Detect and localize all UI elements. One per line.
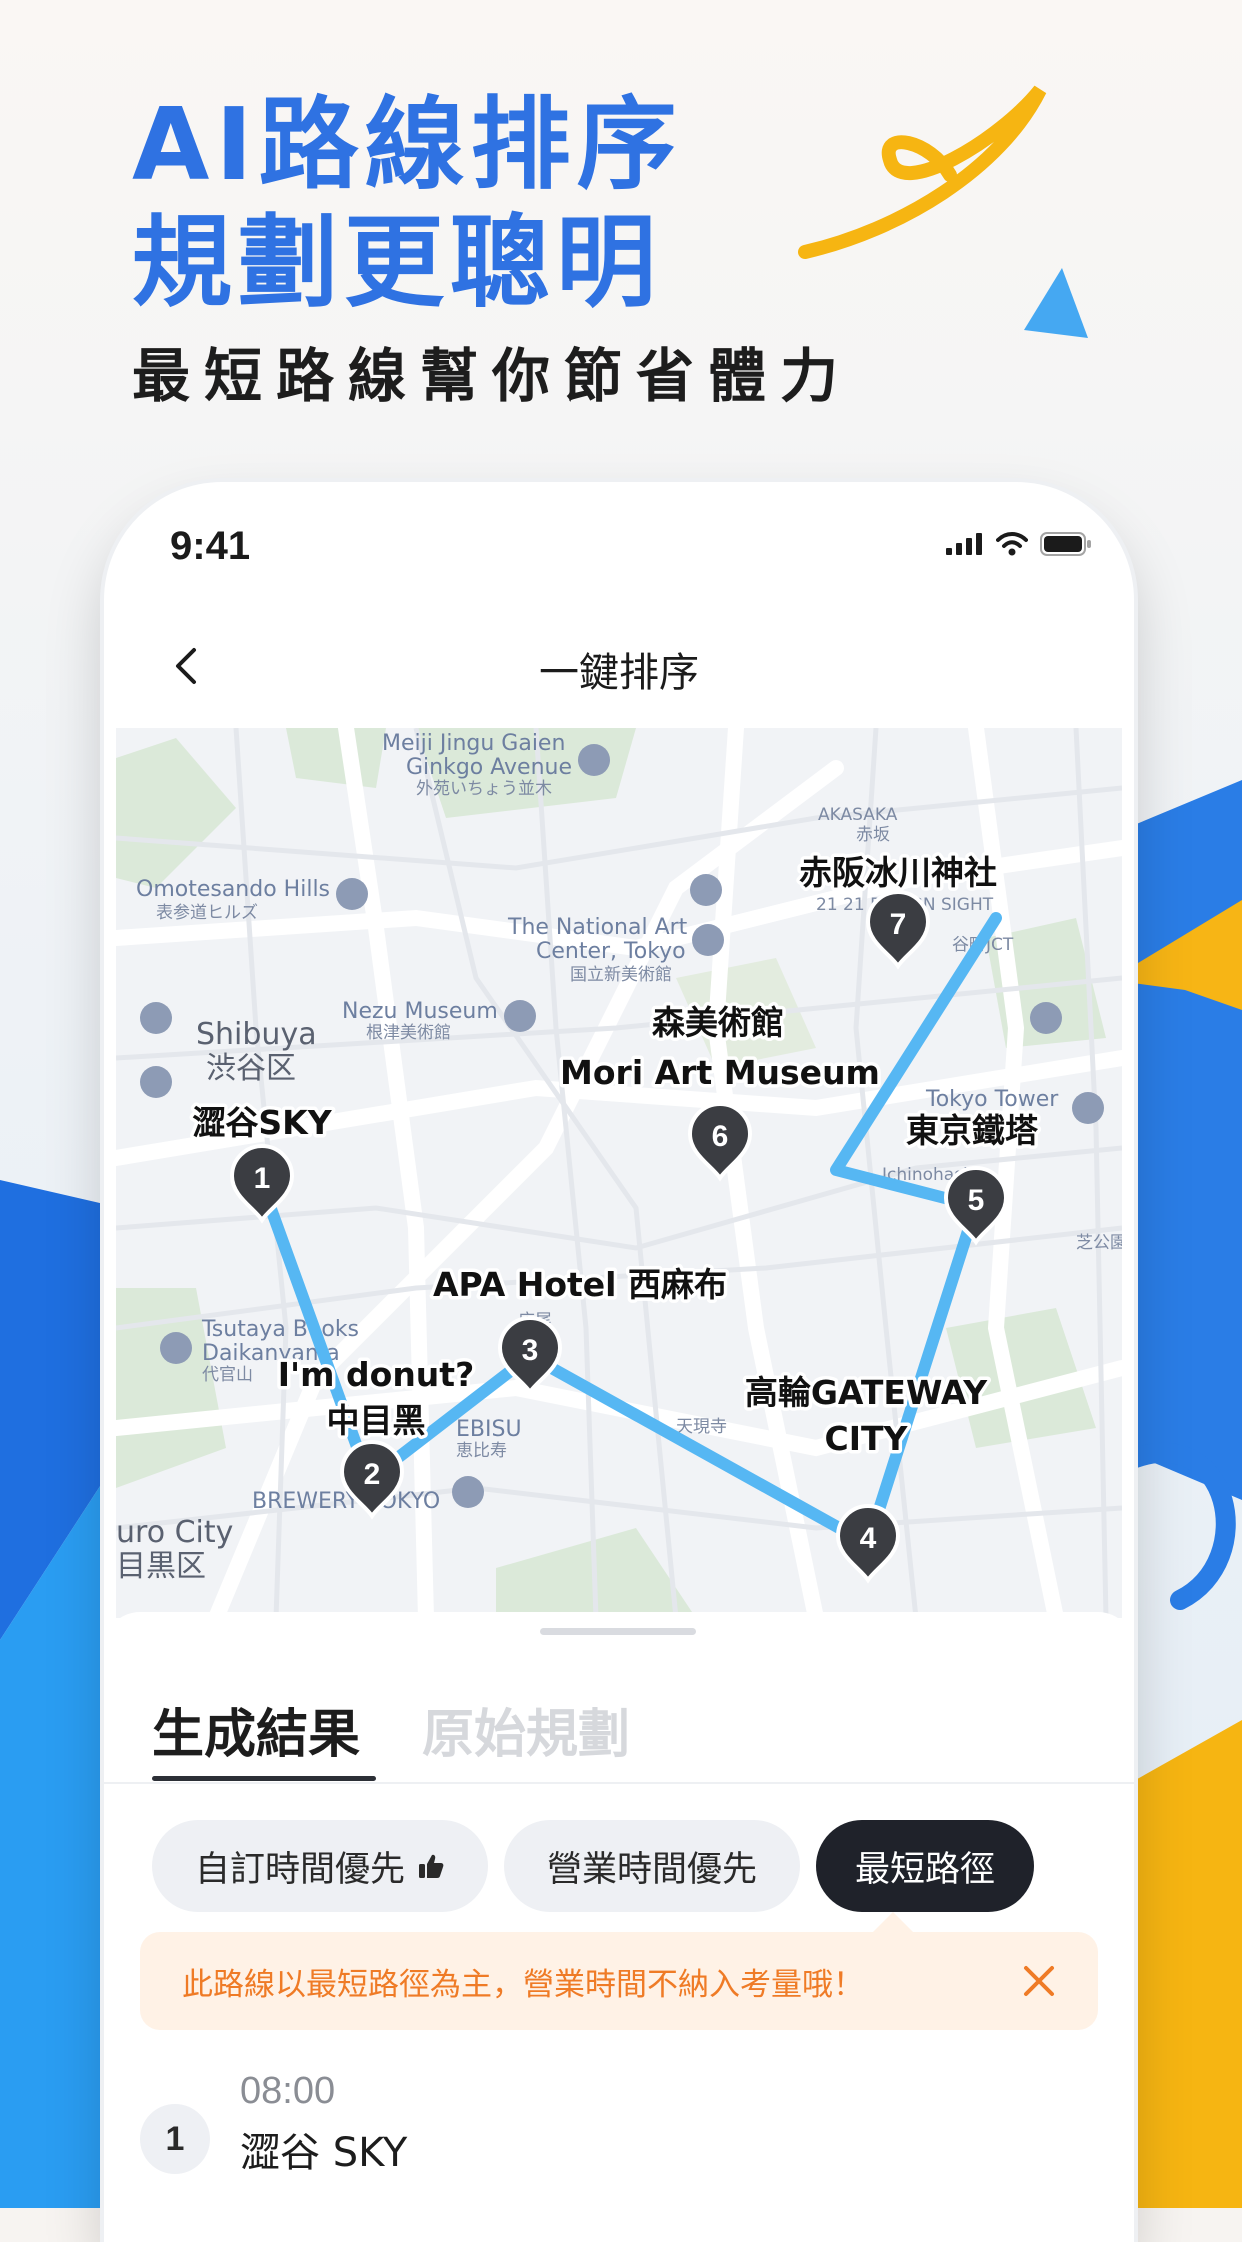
notice-text: 此路線以最短路徑為主，營業時間不納入考量哦！ [182, 1966, 864, 2003]
drag-handle[interactable] [540, 1628, 696, 1635]
map-label-meiji3: 外苑いちょう並木 [416, 779, 552, 799]
map-label-tsutaya3: 代官山 [202, 1365, 253, 1385]
map-label-omotesando2: 表参道ヒルズ [156, 903, 258, 923]
map-label-nac2: Center, Tokyo [536, 939, 686, 964]
headline: AI路線排序 規劃更聰明 [132, 86, 683, 322]
map-label-tokyo-tower: Tokyo Tower [925, 1087, 1059, 1112]
route-map[interactable]: Meiji Jingu Gaien Ginkgo Avenue 外苑いちょう並木… [116, 728, 1122, 1618]
nav-title: 一鍵排序 [539, 650, 699, 696]
tab-divider [104, 1782, 1134, 1784]
stop-label-6-line2: Mori Art Museum [560, 1053, 880, 1092]
close-icon[interactable] [1020, 1962, 1058, 2000]
map-label-meguro2: 目黒区 [116, 1549, 206, 1584]
map-label-shibuya2: 渋谷区 [206, 1051, 296, 1086]
map-label-ebisu2: 恵比寿 [456, 1441, 507, 1461]
map-label-tengenji: 天現寺 [676, 1417, 727, 1437]
map-label-shibuya: Shibuya [196, 1017, 317, 1052]
stop-label-1: 澀谷SKY [192, 1103, 332, 1142]
pin-number: 7 [890, 908, 907, 941]
stop-label-4-line1: 高輪GATEWAY [745, 1373, 988, 1412]
itinerary-item-number: 1 [140, 2104, 210, 2174]
map-label-nezu: Nezu Museum [342, 999, 498, 1024]
pin-number: 3 [522, 1334, 539, 1367]
status-icons [946, 532, 1092, 556]
map-label-shibakoen: 芝公園 [1076, 1233, 1122, 1253]
map-label-omotesando: Omotesando Hills [136, 877, 330, 902]
map-label-akasaka2: 赤坂 [856, 825, 890, 845]
pin-number: 4 [860, 1522, 877, 1555]
chip-business-hours-priority[interactable]: 營業時間優先 [504, 1820, 800, 1912]
map-label-meguro: uro City [116, 1515, 233, 1550]
battery-icon [1040, 532, 1091, 556]
chip-label: 最短路徑 [854, 1849, 995, 1890]
map-label-nezu2: 根津美術館 [366, 1023, 451, 1043]
tab-active-indicator [152, 1776, 376, 1781]
headline-line2: 規劃更聰明 [132, 204, 662, 321]
stop-label-3: APA Hotel 西麻布 [433, 1265, 727, 1304]
map-label-tsutaya: Tsutaya Books [201, 1317, 359, 1342]
map-label-akasaka: AKASAKA [818, 805, 898, 825]
tab-original-plan[interactable]: 原始規劃 [422, 1692, 630, 1767]
map-label-meiji: Meiji Jingu Gaien [382, 731, 565, 756]
map-label-brewery: BREWERY TOKYO [252, 1489, 440, 1514]
itinerary-item-time: 08:00 [240, 2070, 336, 2112]
chip-shortest-route[interactable]: 最短路徑 [816, 1820, 1034, 1912]
stop-label-2-line1: I'm donut? [278, 1355, 474, 1394]
pin-number: 2 [364, 1458, 381, 1491]
bottom-sheet: 生成結果 原始規劃 自訂時間優先 營業時間優先 最短路徑 此路線以最短路徑為主，… [104, 1612, 1134, 2242]
thumbs-up-icon [419, 1854, 444, 1878]
pin-number: 6 [712, 1120, 729, 1153]
wifi-icon [996, 532, 1028, 556]
pin-number: 1 [254, 1162, 271, 1195]
chip-label: 自訂時間優先 [194, 1849, 405, 1890]
tab-generated-result[interactable]: 生成結果 [152, 1692, 360, 1767]
map-label-nac3: 国立新美術館 [570, 965, 672, 985]
stop-label-6-line1: 森美術館 [652, 1003, 784, 1042]
notice-pointer [871, 1912, 915, 1934]
map-canvas: Meiji Jingu Gaien Ginkgo Avenue 外苑いちょう並木… [116, 728, 1122, 1618]
itinerary-item-name[interactable]: 澀谷 SKY [240, 2120, 407, 2178]
stop-label-7: 赤阪冰川神社 [799, 853, 997, 892]
headline-line1: AI路線排序 [132, 86, 683, 203]
stop-label-4-line2: CITY [825, 1419, 909, 1458]
chip-custom-time-priority[interactable]: 自訂時間優先 [152, 1820, 488, 1912]
subheadline: 最短路線幫你節省體力 [132, 342, 853, 410]
stop-label-5: 東京鐵塔 [906, 1111, 1039, 1150]
notice-banner: 此路線以最短路徑為主，營業時間不納入考量哦！ [140, 1932, 1098, 2030]
pin-number: 5 [968, 1184, 985, 1217]
map-label-nac: The National Art [507, 915, 688, 940]
chip-label: 營業時間優先 [546, 1849, 757, 1890]
map-label-ebisu: EBISU [456, 1417, 522, 1442]
signal-icon [946, 533, 982, 555]
phone-frame: 9:41 一鍵排序 Meiji Jingu Gaien Ginkgo Avenu… [104, 482, 1134, 2242]
status-time: 9:41 [170, 524, 251, 568]
map-label-meiji2: Ginkgo Avenue [406, 755, 572, 780]
stop-label-2-line2: 中目黑 [327, 1401, 426, 1440]
